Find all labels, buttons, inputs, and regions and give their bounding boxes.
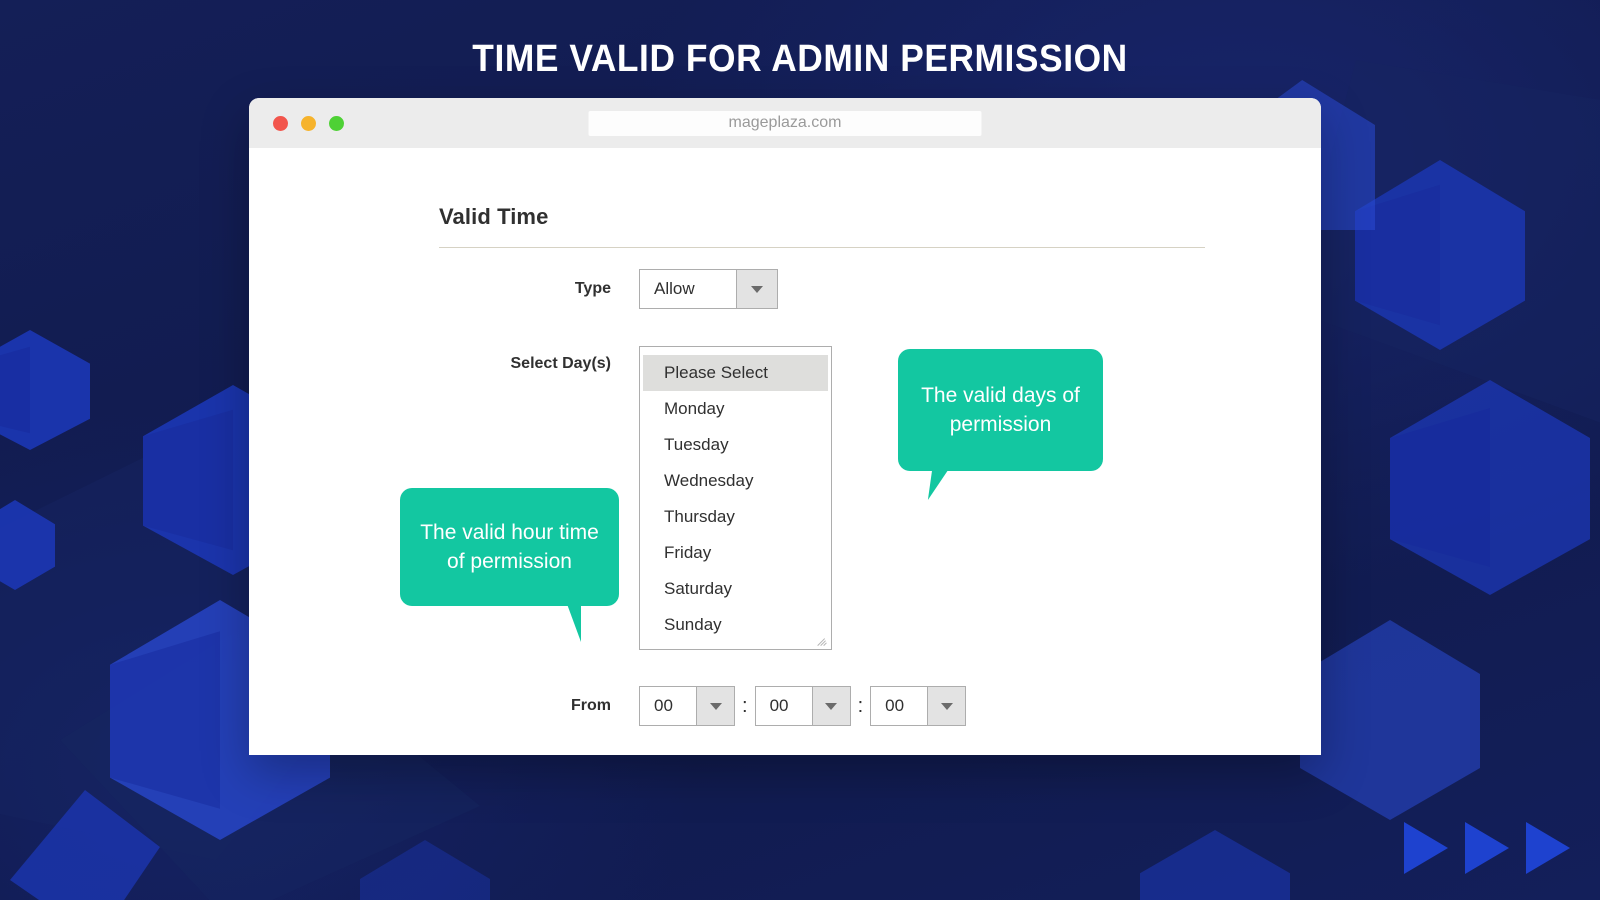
address-bar-text: mageplaza.com xyxy=(728,114,842,131)
chevron-down-icon[interactable] xyxy=(927,687,966,725)
page-content: Valid Time Type Allow Select Day(s) Plea… xyxy=(249,148,1321,755)
browser-window: mageplaza.com Valid Time Type Allow Sele… xyxy=(249,98,1321,755)
from-second-value: 00 xyxy=(871,687,928,725)
list-item[interactable]: Monday xyxy=(640,391,831,427)
list-item[interactable]: Friday xyxy=(640,535,831,571)
window-controls xyxy=(273,115,344,131)
from-minute-value: 00 xyxy=(755,687,812,725)
list-item[interactable]: Please Select xyxy=(643,355,828,391)
list-item[interactable]: Saturday xyxy=(640,571,831,607)
page-section-title: Valid Time xyxy=(439,204,549,229)
from-time-group: 00 : 00 : 00 xyxy=(639,686,967,726)
list-item[interactable]: Thursday xyxy=(640,499,831,535)
close-window-icon[interactable] xyxy=(273,115,288,131)
chevron-down-icon[interactable] xyxy=(736,270,777,308)
from-hour-select[interactable]: 00 xyxy=(639,686,735,726)
maximize-window-icon[interactable] xyxy=(329,115,344,131)
resize-grip-icon[interactable] xyxy=(816,634,829,647)
screenshot-root: TIME VALID FOR ADMIN PERMISSION mageplaz… xyxy=(0,0,1600,900)
field-row-type: Type Allow xyxy=(439,269,778,309)
bg-play-arrow-3 xyxy=(1526,822,1570,874)
chevron-down-icon[interactable] xyxy=(696,687,734,725)
list-item[interactable]: Tuesday xyxy=(640,427,831,463)
time-separator: : xyxy=(857,695,864,717)
callout-tail xyxy=(927,470,961,500)
chevron-down-icon[interactable] xyxy=(811,687,850,725)
type-select[interactable]: Allow xyxy=(639,269,778,309)
list-item[interactable]: Wednesday xyxy=(640,463,831,499)
callout-valid-days: The valid days of permission xyxy=(898,349,1103,500)
from-hour-value: 00 xyxy=(640,687,696,725)
address-bar[interactable]: mageplaza.com xyxy=(588,110,982,136)
type-select-value: Allow xyxy=(640,270,736,308)
select-days-label: Select Day(s) xyxy=(510,355,612,372)
bg-play-arrow-2 xyxy=(1465,822,1509,874)
bg-play-arrow-1 xyxy=(1404,822,1448,874)
minimize-window-icon[interactable] xyxy=(301,115,316,131)
select-days-listbox[interactable]: Please Select Monday Tuesday Wednesday T… xyxy=(639,346,832,650)
field-row-from: From 00 : 00 : 00 xyxy=(439,686,967,726)
callout-valid-days-text: The valid days of permission xyxy=(921,384,1080,436)
browser-chrome: mageplaza.com xyxy=(249,98,1321,148)
time-separator: : xyxy=(742,695,748,717)
type-label: Type xyxy=(574,280,611,297)
from-second-select[interactable]: 00 xyxy=(870,686,967,726)
callout-tail xyxy=(557,604,581,642)
callout-valid-hour-text: The valid hour time of permission xyxy=(420,521,599,573)
from-minute-select[interactable]: 00 xyxy=(754,686,851,726)
section-divider xyxy=(439,247,1205,248)
page-title: TIME VALID FOR ADMIN PERMISSION xyxy=(472,38,1128,80)
from-label: From xyxy=(571,697,611,714)
list-item[interactable]: Sunday xyxy=(640,607,831,643)
callout-valid-hour: The valid hour time of permission xyxy=(400,488,619,642)
